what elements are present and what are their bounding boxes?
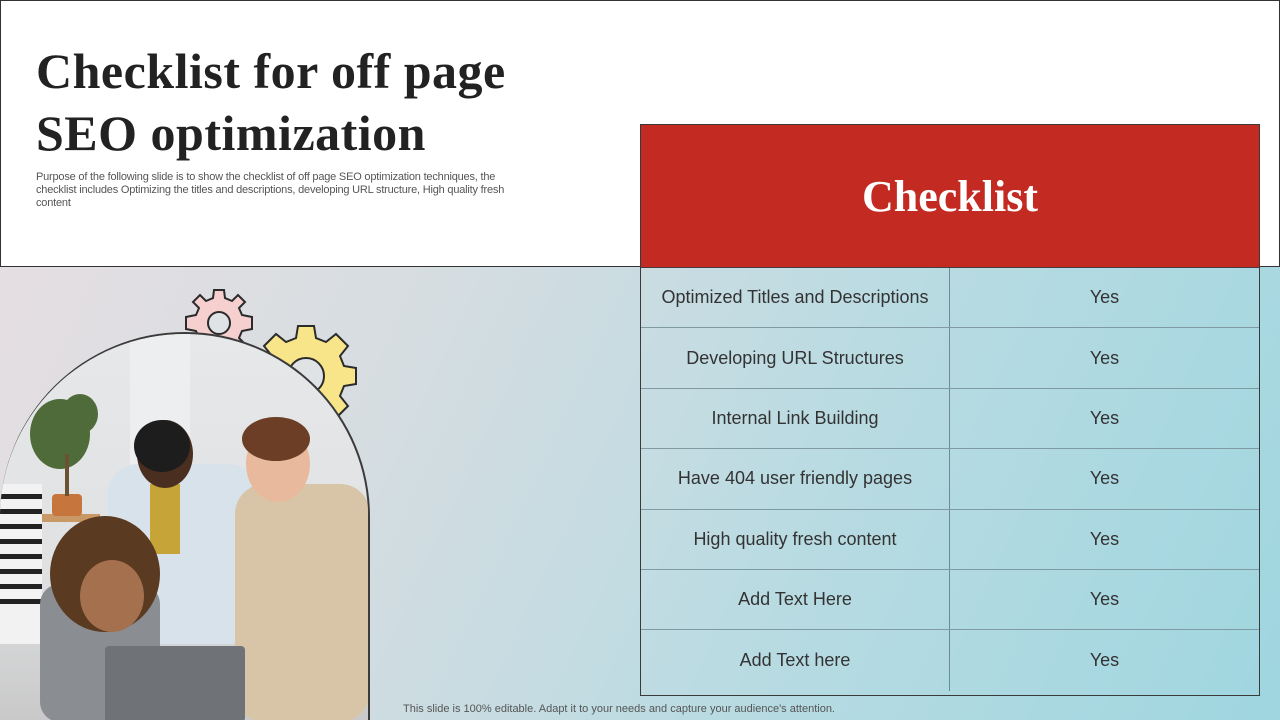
checklist-item: Add Text Here xyxy=(641,569,950,630)
checklist-row: Have 404 user friendly pages Yes xyxy=(641,449,1259,510)
checklist-header: Checklist xyxy=(641,125,1259,268)
slide-subtitle: Purpose of the following slide is to sho… xyxy=(36,171,505,209)
checklist-status: Yes xyxy=(1089,589,1120,610)
checklist-status: Yes xyxy=(1089,407,1120,428)
team-photo-illustration xyxy=(0,334,368,720)
checklist-status: Yes xyxy=(1089,347,1120,368)
checklist-table: Checklist Optimized Titles and Descripti… xyxy=(640,124,1260,696)
checklist-status: Yes xyxy=(1089,528,1120,549)
checklist-item: Developing URL Structures xyxy=(641,328,950,388)
slide-title: Checklist for off page SEO optimization xyxy=(36,43,506,161)
checklist-row: Internal Link Building Yes xyxy=(641,388,1259,450)
checklist-item: Internal Link Building xyxy=(641,388,950,449)
footer-note: This slide is 100% editable. Adapt it to… xyxy=(403,703,835,715)
checklist-row: Developing URL Structures Yes xyxy=(641,328,1259,389)
checklist-status: Yes xyxy=(1089,287,1120,308)
checklist-status: Yes xyxy=(1089,650,1120,671)
checklist-item: Have 404 user friendly pages xyxy=(641,449,950,509)
checklist-status: Yes xyxy=(1089,468,1120,489)
checklist-row: Add Text here Yes xyxy=(641,630,1259,691)
team-photo xyxy=(0,332,370,720)
checklist-item: High quality fresh content xyxy=(641,509,950,569)
checklist-row: Add Text Here Yes xyxy=(641,569,1259,631)
checklist-header-label: Checklist xyxy=(862,171,1038,221)
checklist-item: Add Text here xyxy=(641,630,950,691)
checklist-row: High quality fresh content Yes xyxy=(641,509,1259,570)
checklist-row: Optimized Titles and Descriptions Yes xyxy=(641,268,1259,329)
checklist-item: Optimized Titles and Descriptions xyxy=(641,268,950,328)
